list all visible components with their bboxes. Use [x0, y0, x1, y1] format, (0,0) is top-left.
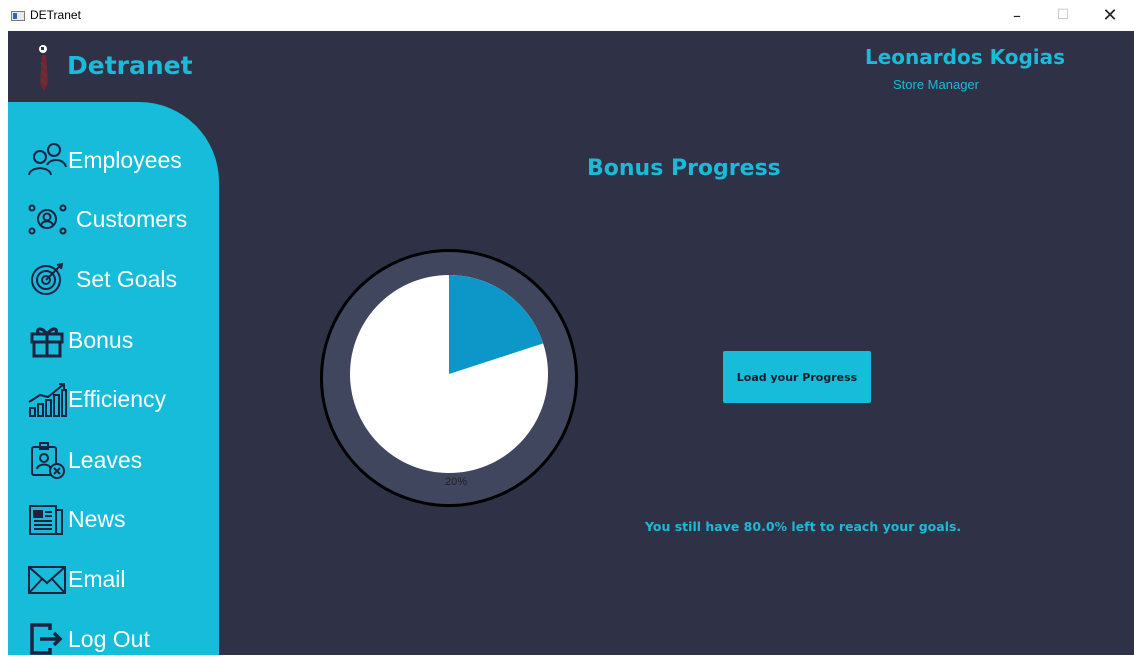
close-icon: ✕	[1102, 5, 1118, 26]
progress-status-text: You still have 80.0% left to reach your …	[645, 519, 962, 534]
minimize-button[interactable]: –	[994, 0, 1040, 31]
title-bar: DETranet – ☐ ✕	[0, 0, 1134, 31]
logout-icon	[26, 620, 68, 658]
sidebar-item-label: Customers	[76, 205, 188, 232]
minimize-icon: –	[1013, 6, 1021, 25]
app-window-icon	[11, 11, 25, 21]
sidebar-item-leaves[interactable]: Leaves	[26, 440, 142, 480]
brand-name: Detranet	[67, 51, 193, 80]
newspaper-icon	[26, 500, 68, 538]
sidebar-item-label: News	[68, 505, 126, 532]
sidebar-item-label: Set Goals	[76, 265, 177, 292]
maximize-icon: ☐	[1056, 7, 1070, 23]
sidebar-item-label: Log Out	[68, 625, 150, 652]
sidebar-item-label: Leaves	[68, 446, 143, 473]
sidebar-item-bonus[interactable]: Bonus	[26, 320, 133, 360]
customers-icon	[26, 200, 68, 238]
progress-pie-chart: 20%	[318, 247, 580, 509]
employees-icon	[26, 141, 68, 179]
tie-logo-icon	[39, 45, 48, 91]
window-title: DETranet	[30, 8, 81, 22]
sidebar-item-efficiency[interactable]: Efficiency	[26, 379, 166, 419]
sidebar-item-label: Bonus	[68, 326, 134, 353]
sidebar-item-customers[interactable]: Customers	[26, 199, 187, 239]
maximize-button[interactable]: ☐	[1040, 0, 1086, 31]
sidebar-item-log-out[interactable]: Log Out	[26, 619, 150, 659]
page-title: Bonus Progress	[587, 156, 781, 181]
app-window: Detranet Leonardos Kogias Store Manager …	[8, 31, 1134, 655]
sidebar-item-email[interactable]: Email	[26, 559, 126, 599]
envelope-icon	[26, 560, 68, 598]
gift-icon	[26, 321, 68, 359]
user-role: Store Manager	[893, 77, 979, 92]
sidebar: Employees Customers Set Goals Bonus Effi…	[8, 102, 219, 655]
leave-badge-icon	[26, 441, 68, 479]
sidebar-item-news[interactable]: News	[26, 499, 126, 539]
sidebar-item-employees[interactable]: Employees	[26, 140, 182, 180]
user-name: Leonardos Kogias	[865, 45, 1066, 69]
sidebar-item-set-goals[interactable]: Set Goals	[26, 259, 177, 299]
sidebar-item-label: Employees	[68, 146, 182, 173]
chart-growth-icon	[26, 380, 68, 418]
close-button[interactable]: ✕	[1087, 0, 1133, 31]
load-progress-button[interactable]: Load your Progress	[723, 351, 871, 403]
target-icon	[26, 260, 68, 298]
pie-slice-label: 20%	[445, 476, 468, 488]
sidebar-item-label: Efficiency	[68, 385, 167, 412]
sidebar-item-label: Email	[68, 565, 126, 592]
